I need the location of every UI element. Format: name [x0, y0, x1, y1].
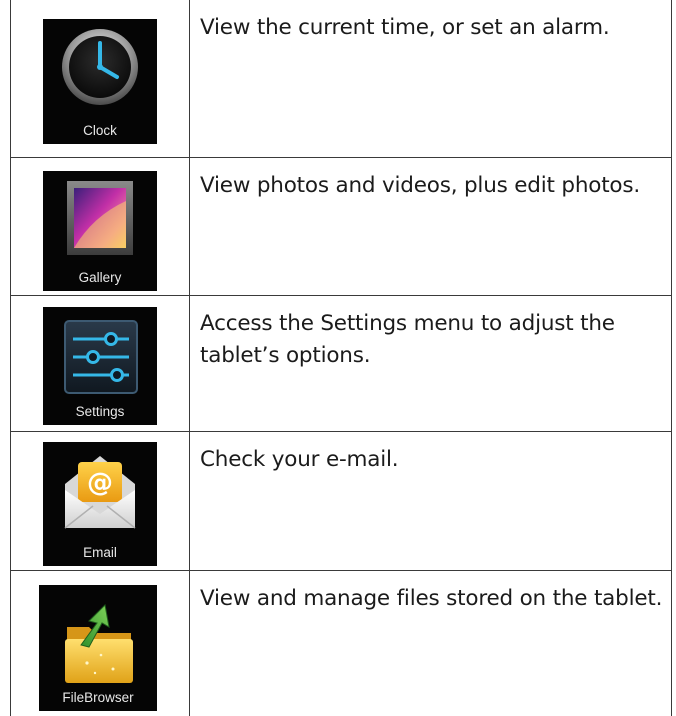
- table-row: Clock View the current time, or set an a…: [10, 0, 672, 158]
- table-row: Settings Access the Settings menu to adj…: [10, 294, 672, 432]
- icon-cell: Clock: [10, 0, 190, 158]
- icon-cell: @ Email: [10, 430, 190, 571]
- app-description: View and manage files stored on the tabl…: [189, 569, 672, 716]
- clock-app-tile[interactable]: Clock: [43, 19, 157, 144]
- app-label: Clock: [83, 123, 117, 138]
- app-label: Email: [83, 544, 117, 560]
- table-row: @ Email Check your e-mail.: [10, 430, 672, 571]
- app-description: Check your e-mail.: [189, 430, 672, 571]
- table-row: Gallery View photos and videos, plus edi…: [10, 156, 672, 296]
- app-table: Clock View the current time, or set an a…: [10, 0, 672, 716]
- svg-text:@: @: [87, 468, 113, 498]
- app-label: Settings: [75, 403, 125, 419]
- table-row: FileBrowser View and manage files stored…: [10, 569, 672, 716]
- app-description: View the current time, or set an alarm.: [189, 0, 672, 158]
- gallery-app-tile[interactable]: Gallery: [43, 170, 157, 291]
- file-browser-app-tile[interactable]: FileBrowser: [39, 584, 157, 711]
- app-label: Gallery: [78, 269, 122, 285]
- email-app-tile[interactable]: @ Email: [43, 441, 157, 566]
- icon-cell: Settings: [10, 294, 190, 432]
- app-description: View photos and videos, plus edit photos…: [189, 156, 672, 296]
- app-label: FileBrowser: [62, 689, 134, 705]
- settings-app-tile[interactable]: Settings: [43, 306, 157, 425]
- icon-cell: FileBrowser: [10, 569, 190, 716]
- icon-cell: Gallery: [10, 156, 190, 296]
- app-description: Access the Settings menu to adjust the t…: [189, 294, 672, 432]
